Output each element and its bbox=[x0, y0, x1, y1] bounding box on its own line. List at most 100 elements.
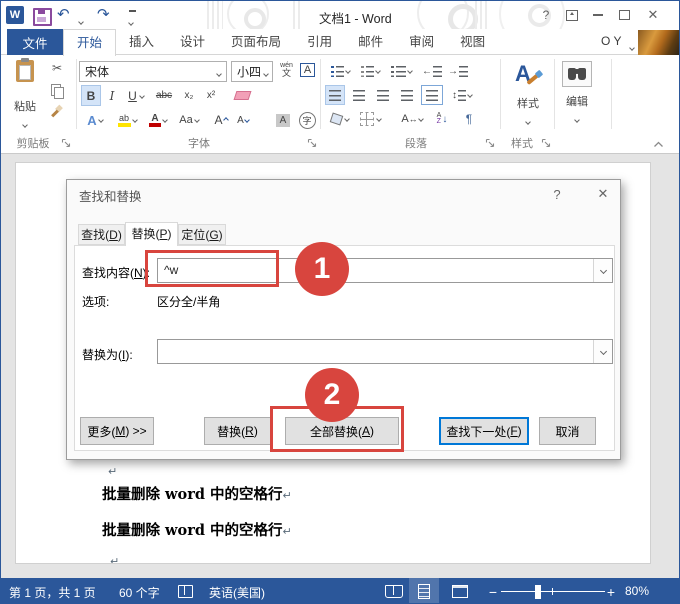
tab-find[interactable]: 查找(D) bbox=[78, 224, 125, 245]
subscript-button[interactable]: x₂ bbox=[179, 85, 199, 106]
dialog-close-button[interactable]: ✕ bbox=[589, 184, 617, 204]
ribbon-tab[interactable]: 开始 bbox=[63, 29, 117, 56]
close-button[interactable]: ✕ bbox=[639, 5, 667, 25]
superscript-button[interactable]: x² bbox=[201, 85, 221, 106]
undo-button[interactable]: ↶ bbox=[57, 5, 70, 23]
line-spacing-icon[interactable]: ↕ bbox=[449, 85, 475, 105]
avatar[interactable] bbox=[638, 30, 679, 55]
borders-icon[interactable] bbox=[357, 109, 383, 129]
ribbon-display-options-button[interactable] bbox=[561, 5, 583, 25]
options-label: 选项: bbox=[82, 295, 110, 309]
justify-button[interactable] bbox=[397, 85, 417, 105]
word-count[interactable]: 60 个字 bbox=[119, 584, 160, 601]
find-dropdown-icon[interactable] bbox=[593, 259, 612, 282]
undo-dropdown-icon[interactable] bbox=[78, 13, 84, 27]
increase-indent-icon[interactable]: → bbox=[447, 61, 469, 81]
shading-icon[interactable] bbox=[327, 109, 353, 129]
clipboard-dialog-launcher-icon[interactable] bbox=[61, 137, 71, 151]
replace-with-combo[interactable] bbox=[157, 339, 613, 364]
underline-button[interactable]: U bbox=[123, 85, 149, 106]
shrink-font-icon[interactable]: A bbox=[233, 109, 253, 131]
clear-formatting-icon[interactable] bbox=[229, 85, 255, 106]
find-next-button[interactable]: 查找下一处(F) bbox=[439, 417, 529, 445]
zoom-level[interactable]: 80% bbox=[625, 584, 649, 598]
save-icon[interactable] bbox=[33, 8, 52, 26]
cut-icon[interactable]: ✂ bbox=[47, 59, 67, 77]
editing-button[interactable]: 编辑 bbox=[557, 59, 597, 129]
more-button[interactable]: 更多(M) >> bbox=[80, 417, 154, 445]
italic-button[interactable]: I bbox=[103, 85, 121, 106]
language-indicator[interactable]: 英语(美国) bbox=[209, 584, 265, 601]
styles-icon: ​ A bbox=[513, 61, 544, 93]
zoom-in-button[interactable]: + bbox=[603, 578, 619, 603]
tab-goto[interactable]: 定位(G) bbox=[178, 224, 226, 245]
zoom-slider-track[interactable] bbox=[501, 591, 605, 592]
highlight-color-icon[interactable]: ab bbox=[113, 109, 141, 131]
font-color-icon[interactable]: A bbox=[145, 109, 171, 131]
phonetic-guide-icon[interactable]: wén 文 bbox=[277, 58, 296, 82]
font-dialog-launcher-icon[interactable] bbox=[307, 137, 317, 151]
ribbon-tab[interactable]: 引用 bbox=[294, 29, 345, 55]
print-layout-button[interactable] bbox=[409, 578, 439, 603]
ribbon-tab[interactable]: 插入 bbox=[116, 29, 167, 55]
bold-button[interactable]: B bbox=[81, 85, 101, 106]
grow-font-icon[interactable]: A bbox=[211, 109, 231, 131]
asian-layout-icon[interactable]: A ↔ bbox=[399, 109, 425, 129]
account-dropdown-icon[interactable] bbox=[629, 39, 635, 53]
copy-icon[interactable] bbox=[47, 81, 67, 99]
dialog-help-button[interactable]: ? bbox=[545, 184, 569, 204]
paragraph-dialog-launcher-icon[interactable] bbox=[485, 137, 495, 151]
collapse-ribbon-icon[interactable] bbox=[653, 137, 664, 151]
styles-dialog-launcher-icon[interactable] bbox=[541, 137, 551, 151]
page-info[interactable]: 第 1 页，共 1 页 bbox=[9, 584, 96, 601]
minimize-button[interactable] bbox=[587, 5, 609, 25]
ribbon-tab[interactable]: 页面布局 bbox=[218, 29, 294, 55]
read-mode-button[interactable] bbox=[379, 578, 409, 603]
format-painter-icon[interactable] bbox=[47, 103, 67, 121]
qat-customize-button[interactable] bbox=[128, 10, 136, 28]
character-border-icon[interactable]: A bbox=[298, 59, 317, 81]
cancel-button[interactable]: 取消 bbox=[539, 417, 596, 445]
enclose-characters-icon[interactable]: 字 bbox=[297, 109, 317, 131]
decrease-indent-icon[interactable]: ← bbox=[421, 61, 443, 81]
font-name-combo[interactable]: 宋体 bbox=[79, 61, 227, 82]
replace-button[interactable]: 替换(R) bbox=[204, 417, 271, 445]
maximize-button[interactable] bbox=[613, 5, 635, 25]
distribute-button[interactable] bbox=[421, 85, 443, 105]
zoom-out-button[interactable]: − bbox=[485, 578, 501, 603]
ribbon-tab[interactable]: 审阅 bbox=[396, 29, 447, 55]
multilevel-list-icon[interactable] bbox=[387, 61, 415, 81]
zoom-slider-thumb[interactable] bbox=[535, 585, 541, 599]
ribbon-tab[interactable]: 视图 bbox=[447, 29, 498, 55]
font-size-combo[interactable]: 小四 bbox=[231, 61, 273, 82]
sort-icon[interactable]: AZ ↓ bbox=[431, 109, 453, 129]
document-line[interactable]: 批量删除 word 中的空格行↵ bbox=[102, 519, 292, 540]
web-layout-button[interactable] bbox=[445, 578, 475, 603]
ribbon-tab[interactable]: 设计 bbox=[167, 29, 218, 55]
align-left-button[interactable] bbox=[325, 85, 345, 105]
change-case-icon[interactable]: Aa bbox=[175, 109, 203, 131]
text-effects-icon[interactable]: A bbox=[81, 109, 109, 131]
ribbon-tab[interactable]: 邮件 bbox=[345, 29, 396, 55]
replace-dropdown-icon[interactable] bbox=[593, 340, 612, 363]
status-bar: 第 1 页，共 1 页 60 个字 英语(美国) − + 80% bbox=[1, 578, 679, 603]
strikethrough-button[interactable]: abc bbox=[151, 85, 177, 106]
bullets-icon[interactable] bbox=[327, 61, 353, 81]
proofing-icon[interactable] bbox=[178, 585, 193, 598]
show-marks-icon[interactable]: ¶ bbox=[459, 109, 479, 129]
help-button[interactable]: ? bbox=[535, 5, 557, 25]
find-what-label: 查找内容(N): bbox=[82, 266, 151, 280]
styles-button[interactable]: ​ A 样式 bbox=[505, 57, 551, 131]
titlebar-decoration bbox=[244, 8, 266, 29]
options-value: 区分全/半角 bbox=[157, 295, 221, 309]
tab-file[interactable]: 文件 bbox=[7, 29, 63, 55]
redo-button[interactable]: ↷ bbox=[97, 5, 110, 23]
paste-button[interactable]: 粘贴 bbox=[7, 58, 43, 132]
tab-replace[interactable]: 替换(P) bbox=[125, 222, 178, 246]
align-right-button[interactable] bbox=[373, 85, 393, 105]
document-line[interactable]: 批量删除 word 中的空格行↵ bbox=[102, 483, 292, 504]
numbering-icon[interactable] bbox=[357, 61, 383, 81]
character-shading-icon[interactable]: A bbox=[273, 109, 293, 131]
align-center-button[interactable] bbox=[349, 85, 369, 105]
account-name[interactable]: O Y bbox=[601, 34, 621, 48]
